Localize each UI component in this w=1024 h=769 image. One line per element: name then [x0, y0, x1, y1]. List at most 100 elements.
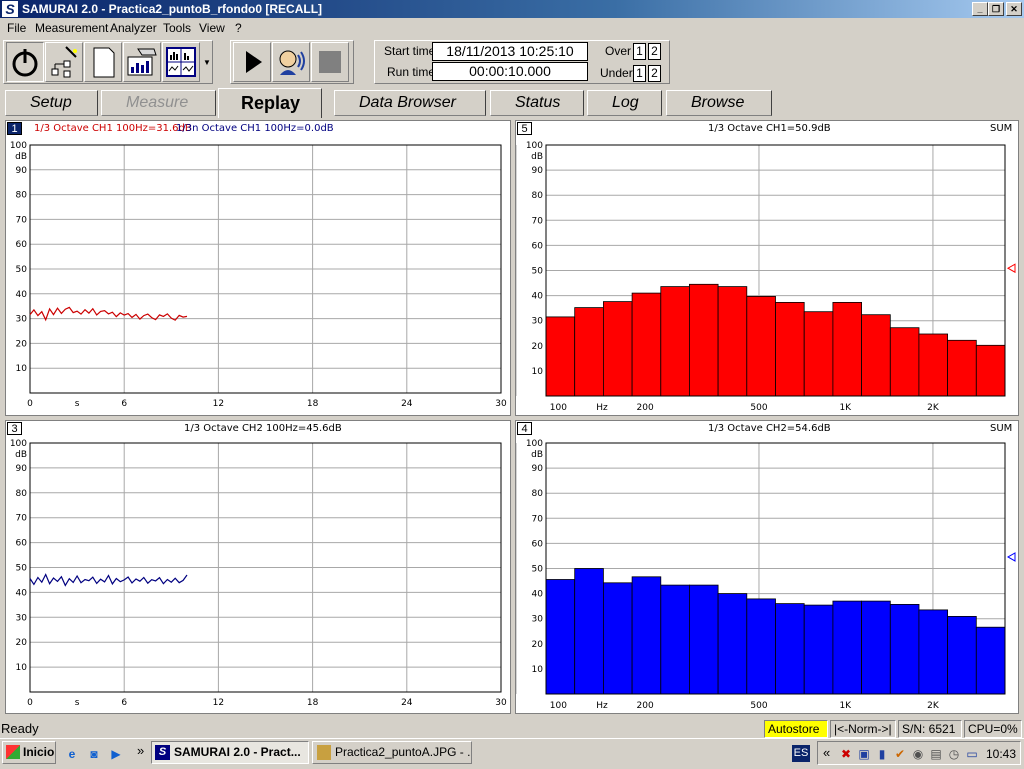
y-tick-label: 40	[16, 290, 28, 300]
menu-file[interactable]: File	[7, 20, 26, 36]
x-tick-label: 6	[121, 399, 127, 409]
tab-status[interactable]: Status	[490, 90, 584, 116]
panel-number[interactable]: 4	[517, 422, 532, 435]
tray-chevron-icon[interactable]: «	[823, 745, 830, 760]
sum-label: SUM	[990, 423, 1013, 434]
y-tick-label: 40	[532, 590, 544, 600]
display-layout-button[interactable]	[162, 42, 200, 82]
menu-measurement[interactable]: Measurement	[35, 20, 108, 36]
ch2-time-history-chart: 100 90 80 70 60 50 40 30 20 10 dB 0 6 12 18 24 30 s	[10, 439, 507, 708]
desktop-icon[interactable]: ◙	[86, 746, 102, 762]
spectrum-bar	[717, 286, 748, 397]
y-tick-label: 70	[532, 216, 544, 226]
start-time-label: Start time	[384, 44, 436, 58]
menu-tools[interactable]: Tools	[163, 20, 191, 36]
spectrum-bar	[631, 292, 662, 397]
menu-bar: File Measurement Analyzer Tools View ?	[0, 18, 1024, 38]
panel-1-ch1-time-history[interactable]: 100 90 80 70 60 50 40 30 20 10 dB 0 6 12 18 24 30 s 1 1/3…	[5, 120, 511, 416]
windows-logo-icon	[6, 745, 20, 759]
clock-tray-icon[interactable]: ◷	[946, 746, 962, 762]
ch1-time-history-chart: 100 90 80 70 60 50 40 30 20 10 dB 0 6 12 18 24 30 s	[10, 141, 507, 409]
printer-icon[interactable]: ▤	[928, 746, 944, 762]
stop-button[interactable]	[311, 42, 349, 82]
x-tick-label: 1K	[839, 403, 852, 413]
run-time-value: 00:00:10.000	[432, 62, 588, 81]
start-button[interactable]: Inicio	[2, 741, 56, 764]
x-tick-label: 30	[495, 698, 507, 708]
start-label: Inicio	[23, 745, 55, 759]
spectrum-bar	[803, 604, 834, 695]
new-document-button[interactable]	[84, 42, 122, 82]
panel-number[interactable]: 3	[7, 422, 22, 435]
y-tick-label: 60	[16, 240, 28, 250]
panel-header-ch1n: 1/3n Octave CH1 100Hz=0.0dB	[176, 123, 334, 134]
wireless-icon[interactable]: ◉	[910, 746, 926, 762]
spectrum-bar	[631, 576, 662, 695]
battery-icon[interactable]: ▮	[874, 746, 890, 762]
tab-browse[interactable]: Browse	[666, 90, 772, 116]
play-button[interactable]	[233, 42, 271, 82]
blank-document-icon	[93, 47, 115, 78]
internet-explorer-icon[interactable]: e	[64, 746, 80, 762]
restore-button[interactable]: ❐	[988, 2, 1004, 16]
display-icon[interactable]: ▭	[964, 746, 980, 762]
panel-4-ch2-spectrum[interactable]: 100 90 80 70 60 50 40 30 20 10 dB 100 Hz 200 500 1K 2K 4…	[515, 420, 1019, 714]
under-label: Under	[600, 66, 633, 80]
taskbar-clock[interactable]: 10:43	[986, 746, 1016, 762]
layout-dropdown-arrow-icon[interactable]: ▼	[202, 58, 212, 68]
x-tick-label: 100	[550, 701, 567, 711]
y-tick-label: 90	[16, 464, 28, 474]
x-tick-label: 0	[27, 399, 33, 409]
network-icon[interactable]: ▣	[856, 746, 872, 762]
close-button[interactable]: ✕	[1006, 2, 1022, 16]
under-ch1-indicator: 1	[633, 65, 646, 82]
spectrum-bar	[975, 626, 1006, 695]
data-transfer-button[interactable]	[123, 42, 161, 82]
quicklaunch-chevron-icon[interactable]: »	[137, 743, 144, 758]
panel-number[interactable]: 1	[7, 122, 22, 135]
analyzer-tree-button[interactable]	[45, 42, 83, 82]
y-tick-label: 10	[16, 663, 28, 673]
over-ch2-indicator: 2	[648, 43, 661, 60]
menu-view[interactable]: View	[199, 20, 225, 36]
x-tick-label: 2K	[927, 403, 940, 413]
task-image-viewer[interactable]: Practica2_puntoA.JPG - ...	[312, 741, 472, 764]
x-tick-label: 18	[307, 698, 319, 708]
ch2-spectrum-chart: 100908070605040302010dB100 Hz 200 500 1K 2K	[516, 439, 1016, 711]
voice-note-button[interactable]	[272, 42, 310, 82]
x-tick-label: 500	[750, 701, 767, 711]
y-tick-label: 100	[526, 439, 543, 449]
y-tick-label: 70	[16, 514, 28, 524]
menu-help[interactable]: ?	[235, 20, 242, 36]
spectrum-bar	[775, 603, 805, 695]
task-samurai[interactable]: S SAMURAI 2.0 - Pract...	[151, 741, 309, 764]
tab-replay[interactable]: Replay	[218, 88, 322, 118]
y-tick-label: 30	[532, 615, 544, 625]
spectrum-bar	[832, 301, 862, 397]
panel-number[interactable]: 5	[517, 122, 532, 135]
menu-analyzer[interactable]: Analyzer	[110, 20, 157, 36]
tab-measure[interactable]: Measure	[101, 90, 216, 116]
power-button[interactable]	[6, 42, 44, 82]
y-tick-label: 30	[532, 317, 544, 327]
y-tick-label: 10	[16, 364, 28, 374]
panel-5-ch1-spectrum[interactable]: 100 90 80 70 60 50 40 30 20 10 dB 100 Hz 200 500 1K 2K 5…	[515, 120, 1019, 416]
y-axis-unit-label: dB	[15, 152, 27, 162]
network-disconnected-icon[interactable]: ✖	[838, 746, 854, 762]
x-axis-unit-label: s	[75, 698, 80, 708]
x-tick-label: 200	[637, 403, 654, 413]
tab-setup[interactable]: Setup	[5, 90, 98, 116]
tab-log[interactable]: Log	[587, 90, 662, 116]
security-icon[interactable]: ✔	[892, 746, 908, 762]
media-player-icon[interactable]: ▶	[108, 746, 124, 762]
under-ch2-indicator: 2	[648, 65, 661, 82]
spectrum-bar	[746, 295, 776, 397]
minimize-button[interactable]: _	[972, 2, 988, 16]
title-bar[interactable]: S SAMURAI 2.0 - Practica2_puntoB_rfondo0…	[0, 0, 1024, 18]
tab-data-browser[interactable]: Data Browser	[334, 90, 486, 116]
panel-3-ch2-time-history[interactable]: 100 90 80 70 60 50 40 30 20 10 dB 0 6 12 18 24 30 s 3 1/3…	[5, 420, 511, 714]
language-indicator[interactable]: ES	[792, 745, 810, 762]
x-axis-unit-label: s	[75, 399, 80, 409]
power-icon	[12, 49, 38, 77]
y-tick-label: 10	[532, 665, 544, 675]
